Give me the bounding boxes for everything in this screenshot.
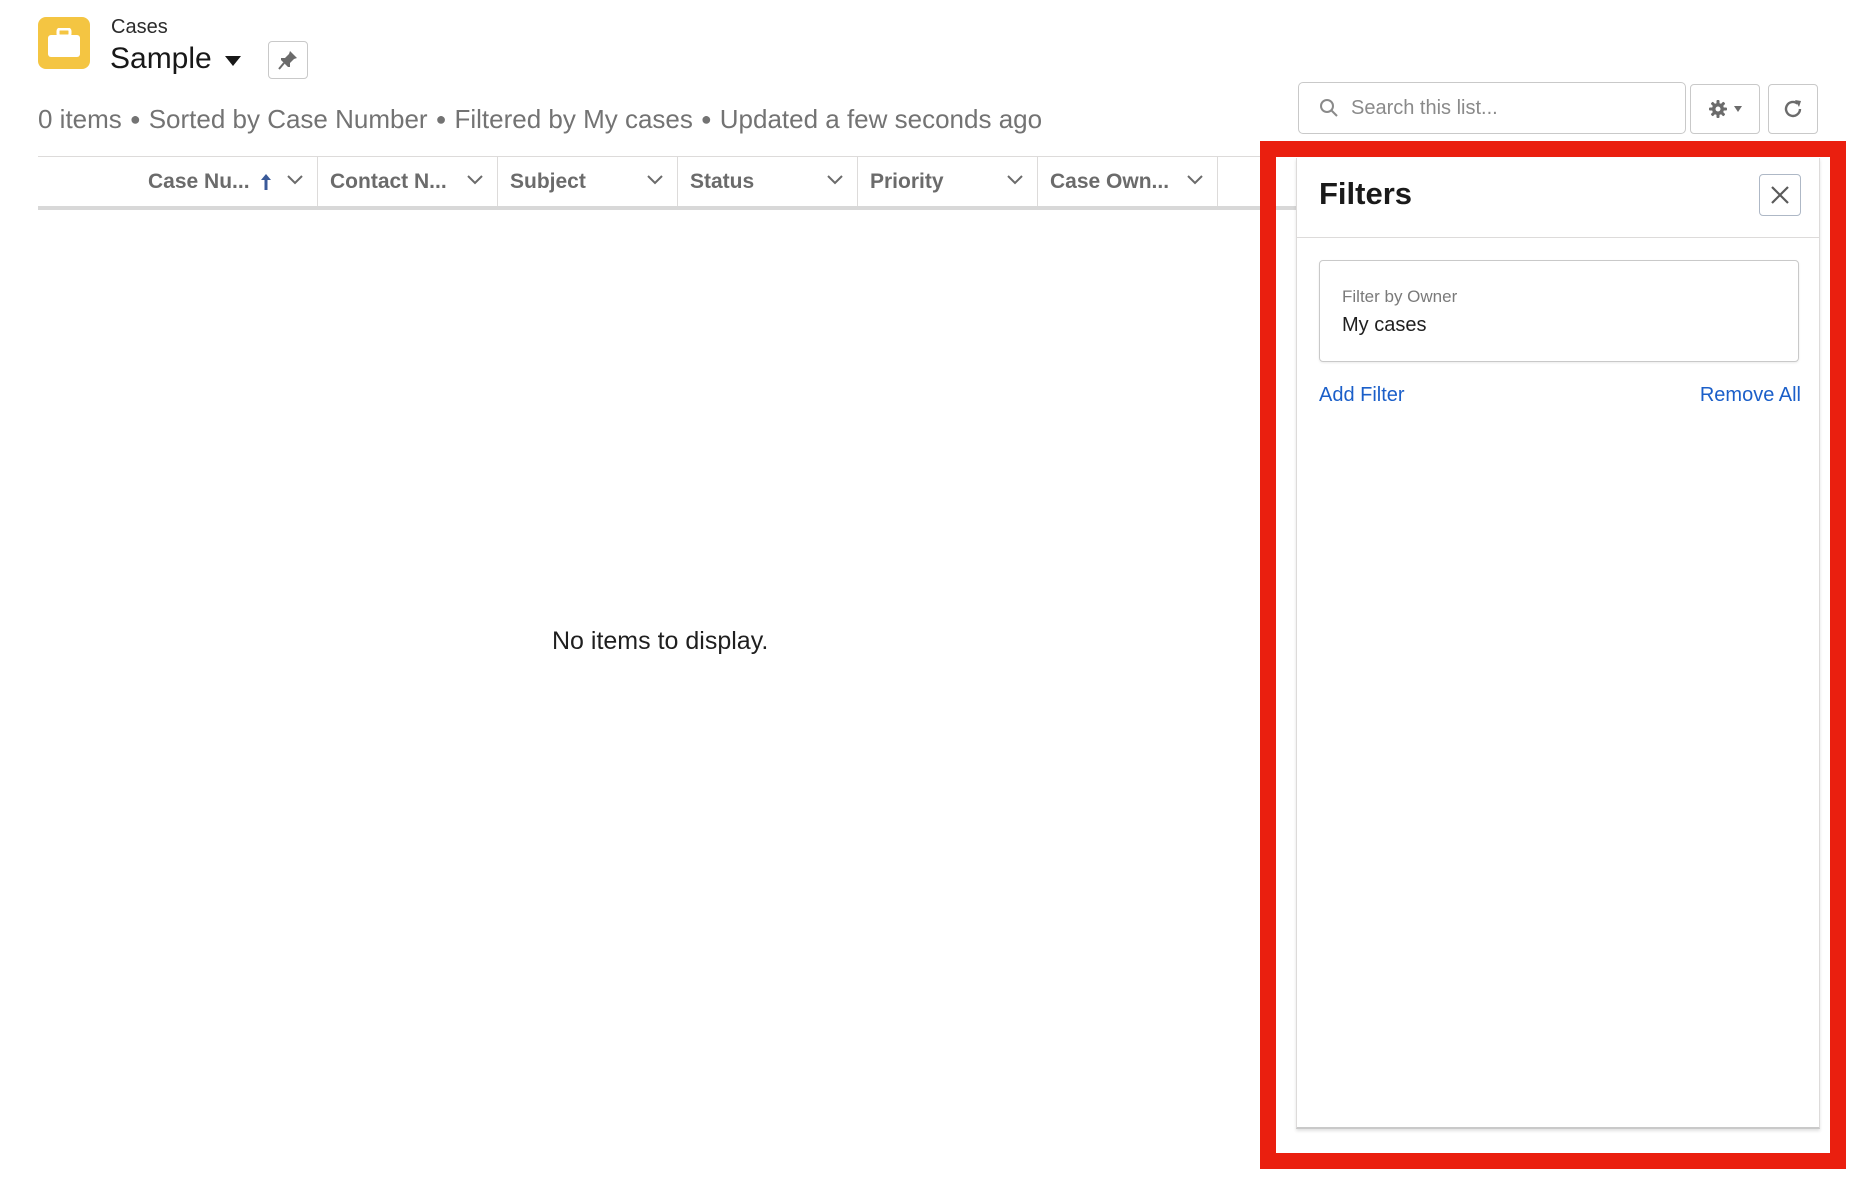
chevron-down-icon[interactable] [467, 175, 483, 185]
refresh-icon [1784, 100, 1802, 118]
column-label: Status [690, 169, 755, 193]
chevron-down-icon[interactable] [1187, 175, 1203, 185]
column-label: Case Nu... [148, 169, 250, 193]
sort-ascending-icon [260, 173, 271, 190]
column-label: Contact N... [330, 169, 447, 193]
column-header-case-owner[interactable]: Case Own... [1038, 157, 1218, 206]
column-header-case-number[interactable]: Case Nu... [38, 157, 318, 206]
separator-dot: ● [700, 109, 712, 129]
search-box[interactable] [1298, 82, 1686, 134]
filter-info: Filtered by My cases [454, 104, 693, 134]
object-label: Cases [111, 16, 168, 38]
column-header-subject[interactable]: Subject [498, 157, 678, 206]
briefcase-icon [48, 28, 80, 57]
pin-list-view-button[interactable] [268, 41, 308, 79]
column-label: Subject [510, 169, 586, 193]
table-header-row: Case Nu... Contact N... Subject Status P… [38, 156, 1300, 210]
search-icon [1320, 99, 1338, 117]
column-label: Priority [870, 169, 944, 193]
separator-dot: ● [435, 109, 447, 129]
cases-app-icon [38, 17, 90, 69]
list-info-line: 0 items ● Sorted by Case Number ● Filtered b… [38, 104, 1042, 135]
column-header-contact-name[interactable]: Contact N... [318, 157, 498, 206]
pin-icon [278, 51, 297, 70]
column-label: Case Own... [1050, 169, 1170, 193]
items-count: 0 items [38, 104, 122, 134]
updated-info: Updated a few seconds ago [719, 104, 1043, 134]
refresh-button[interactable] [1768, 84, 1818, 134]
chevron-down-icon[interactable] [1007, 175, 1023, 185]
list-view-name: Sample [110, 42, 212, 75]
column-header-status[interactable]: Status [678, 157, 858, 206]
list-settings-button[interactable] [1690, 84, 1760, 134]
list-view-selector[interactable]: Sample [110, 42, 242, 76]
gear-icon [1709, 100, 1727, 118]
separator-dot: ● [129, 109, 141, 129]
chevron-down-icon[interactable] [827, 175, 843, 185]
chevron-down-icon[interactable] [647, 175, 663, 185]
list-view-page: Cases Sample 0 items ● Sorted by Case Numb… [0, 0, 1870, 1196]
empty-list-message: No items to display. [552, 627, 769, 655]
sort-info: Sorted by Case Number [148, 104, 428, 134]
chevron-down-icon[interactable] [287, 175, 303, 185]
column-header-priority[interactable]: Priority [858, 157, 1038, 206]
highlight-frame [1260, 141, 1846, 1169]
caret-down-icon [1734, 106, 1742, 112]
caret-down-icon [224, 56, 241, 66]
search-input[interactable] [1351, 96, 1671, 120]
